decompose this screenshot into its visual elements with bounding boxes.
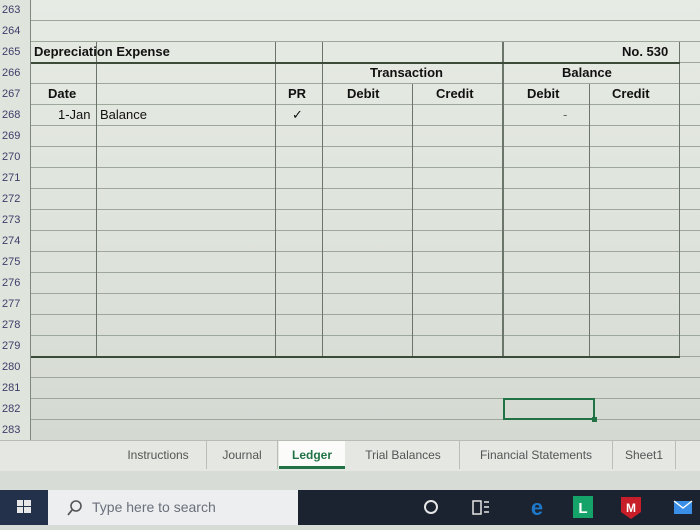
row-274[interactable]: 274 (0, 231, 700, 252)
svg-text:L: L (578, 500, 587, 517)
row-number[interactable]: 267 (0, 84, 31, 105)
row-268[interactable]: 268 1-Jan Balance ✓ - (0, 105, 700, 126)
search-placeholder: Type here to search (92, 499, 216, 515)
balance-debit-column-header[interactable]: Debit (527, 84, 560, 105)
row-number[interactable]: 272 (0, 189, 31, 210)
edge-icon: e (531, 495, 543, 520)
row-number[interactable]: 277 (0, 294, 31, 315)
tab-financial-statements[interactable]: Financial Statements (460, 441, 613, 469)
debit-column-header[interactable]: Debit (347, 84, 380, 105)
windows-start-icon (17, 500, 31, 513)
table-border (31, 356, 680, 358)
row-277[interactable]: 277 (0, 294, 700, 315)
row-number[interactable]: 274 (0, 231, 31, 252)
row-270[interactable]: 270 (0, 147, 700, 168)
entry-date-cell[interactable]: 1-Jan (58, 105, 91, 126)
row-number[interactable]: 268 (0, 105, 31, 126)
row-266[interactable]: 266 Transaction Balance (0, 63, 700, 84)
column-divider (275, 42, 276, 358)
mail-icon (673, 500, 693, 514)
row-263[interactable]: 263 (0, 0, 700, 21)
column-divider (679, 42, 680, 358)
entry-balance-debit-cell[interactable]: - (563, 105, 567, 126)
date-column-header[interactable]: Date (48, 84, 76, 105)
mcafee-icon: M (621, 497, 641, 519)
edge-button[interactable]: e (520, 490, 554, 525)
row-281[interactable]: 281 (0, 378, 700, 399)
row-269[interactable]: 269 (0, 126, 700, 147)
balance-credit-column-header[interactable]: Credit (612, 84, 650, 105)
start-button[interactable] (0, 490, 48, 525)
cortana-button[interactable] (414, 490, 448, 525)
row-number[interactable]: 263 (0, 0, 31, 21)
row-number[interactable]: 275 (0, 252, 31, 273)
selected-cell[interactable] (503, 398, 597, 422)
column-divider (589, 84, 590, 358)
column-divider (502, 42, 504, 358)
column-divider (96, 42, 97, 358)
row-number[interactable]: 271 (0, 168, 31, 189)
tab-ledger[interactable]: Ledger (279, 441, 345, 469)
column-divider (322, 42, 323, 358)
transaction-group-header[interactable]: Transaction (370, 63, 443, 84)
row-number[interactable]: 266 (0, 63, 31, 84)
column-divider (412, 84, 413, 358)
tab-instructions[interactable]: Instructions (110, 441, 207, 469)
row-272[interactable]: 272 (0, 189, 700, 210)
account-title[interactable]: Depreciation Expense (34, 42, 170, 63)
windows-taskbar: Type here to search e L M (0, 490, 700, 525)
task-view-icon (472, 500, 489, 515)
taskbar-search-box[interactable]: Type here to search (48, 490, 298, 525)
pr-column-header[interactable]: PR (288, 84, 306, 105)
row-number[interactable]: 278 (0, 315, 31, 336)
row-276[interactable]: 276 (0, 273, 700, 294)
tab-journal[interactable]: Journal (207, 441, 278, 469)
row-280[interactable]: 280 (0, 357, 700, 378)
tab-sheet1[interactable]: Sheet1 (613, 441, 676, 469)
row-number[interactable]: 273 (0, 210, 31, 231)
svg-text:M: M (626, 501, 636, 515)
cortana-icon (424, 500, 438, 514)
mcafee-button[interactable]: M (614, 490, 648, 525)
task-view-button[interactable] (463, 490, 497, 525)
spreadsheet-grid[interactable]: 263 264 265 Depreciation Expense No. 530… (0, 0, 700, 441)
row-number[interactable]: 281 (0, 378, 31, 399)
svg-text:e: e (531, 495, 543, 520)
row-number[interactable]: 283 (0, 420, 31, 441)
mail-button[interactable] (666, 490, 700, 525)
row-267[interactable]: 267 Date PR Debit Credit Debit Credit (0, 84, 700, 105)
account-number[interactable]: No. 530 (622, 42, 668, 63)
entry-description-cell[interactable]: Balance (100, 105, 147, 126)
row-number[interactable]: 279 (0, 336, 31, 357)
row-number[interactable]: 282 (0, 399, 31, 420)
entry-pr-checkmark[interactable]: ✓ (292, 105, 303, 126)
row-271[interactable]: 271 (0, 168, 700, 189)
row-number[interactable]: 269 (0, 126, 31, 147)
row-283[interactable]: 283 (0, 420, 700, 441)
row-265[interactable]: 265 Depreciation Expense No. 530 (0, 42, 700, 63)
sheet-tab-bar: Instructions Journal Ledger Trial Balanc… (0, 440, 700, 471)
row-279[interactable]: 279 (0, 336, 700, 357)
tab-trial-balances[interactable]: Trial Balances (347, 441, 460, 469)
row-number[interactable]: 276 (0, 273, 31, 294)
row-number[interactable]: 270 (0, 147, 31, 168)
row-273[interactable]: 273 (0, 210, 700, 231)
row-275[interactable]: 275 (0, 252, 700, 273)
row-number[interactable]: 280 (0, 357, 31, 378)
row-number[interactable]: 265 (0, 42, 31, 63)
balance-group-header[interactable]: Balance (562, 63, 612, 84)
row-number[interactable]: 264 (0, 21, 31, 42)
row-264[interactable]: 264 (0, 21, 700, 42)
table-border (31, 62, 680, 64)
lync-icon: L (573, 496, 593, 518)
lync-button[interactable]: L (566, 490, 600, 525)
row-278[interactable]: 278 (0, 315, 700, 336)
credit-column-header[interactable]: Credit (436, 84, 474, 105)
